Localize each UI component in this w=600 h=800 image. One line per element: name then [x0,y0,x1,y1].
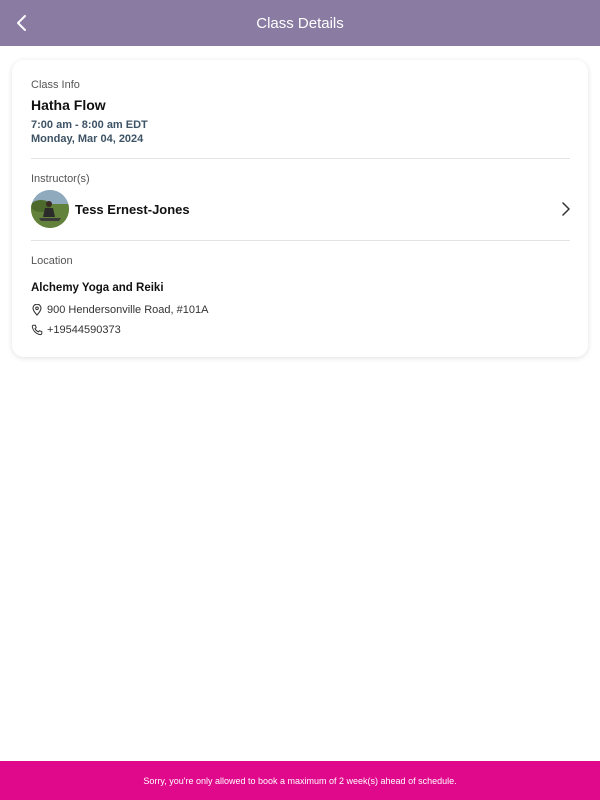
chevron-right-icon [558,201,574,217]
class-info-label: Class Info [31,79,80,91]
phone-icon [31,324,43,336]
back-button[interactable] [8,9,36,37]
class-name: Hatha Flow [31,97,106,113]
location-address: 900 Hendersonville Road, #101A [47,304,209,316]
divider [31,240,570,241]
app-header: Class Details [0,0,600,46]
class-details-card: Class Info Hatha Flow 7:00 am - 8:00 am … [12,60,588,357]
class-date: Monday, Mar 04, 2024 [31,133,144,145]
map-pin-icon [31,304,43,316]
page-title: Class Details [256,14,344,32]
banner-message: Sorry, you're only allowed to book a max… [143,775,457,786]
instructor-name: Tess Ernest-Jones [75,201,190,217]
instructor-row[interactable]: Tess Ernest-Jones [31,190,574,228]
location-label: Location [31,255,73,267]
chevron-left-icon [17,15,26,31]
instructors-label: Instructor(s) [31,173,90,185]
location-name: Alchemy Yoga and Reiki [31,282,164,294]
address-row[interactable]: 900 Hendersonville Road, #101A [31,304,208,316]
class-time: 7:00 am - 8:00 am EDT [31,119,148,131]
avatar [31,190,69,228]
phone-row[interactable]: +19544590373 [31,324,121,336]
booking-limit-banner: Sorry, you're only allowed to book a max… [0,761,600,800]
location-phone: +19544590373 [47,324,121,336]
divider [31,158,570,159]
